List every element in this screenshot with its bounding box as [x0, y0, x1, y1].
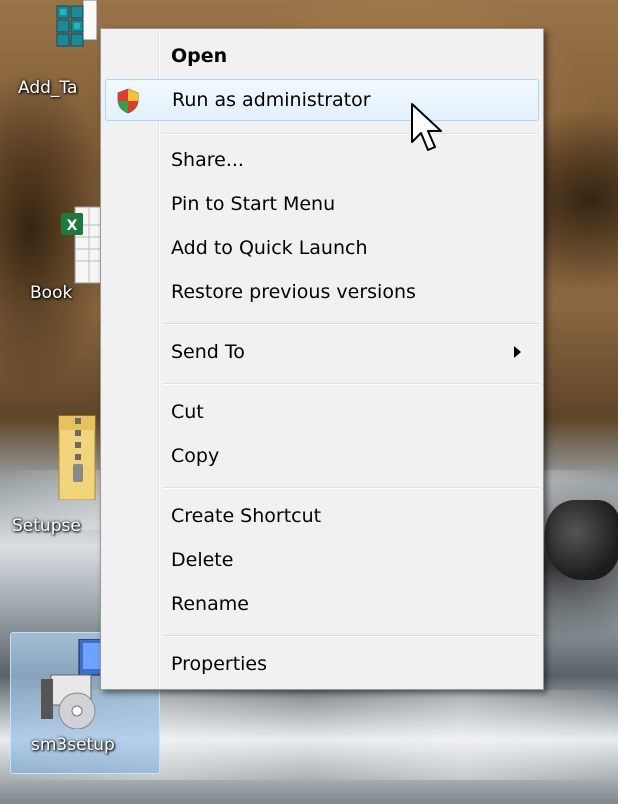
- menu-separator: [163, 383, 539, 385]
- menu-separator: [163, 635, 539, 637]
- menu-item-pin-to-start-menu[interactable]: Pin to Start Menu: [105, 183, 539, 225]
- menu-separator: [163, 133, 539, 135]
- menu-item-cut[interactable]: Cut: [105, 391, 539, 433]
- spreadsheet-icon: X: [41, 205, 106, 284]
- menu-item-properties[interactable]: Properties: [105, 643, 539, 685]
- menu-item-label: Rename: [171, 593, 249, 615]
- cube-icon: [33, 0, 98, 64]
- menu-item-label: Run as administrator: [172, 89, 371, 111]
- menu-separator: [163, 323, 539, 325]
- menu-item-label: Pin to Start Menu: [171, 193, 336, 215]
- menu-item-create-shortcut[interactable]: Create Shortcut: [105, 495, 539, 537]
- desktop-icon-label: sm3setup: [31, 735, 115, 755]
- uac-shield-icon: [117, 88, 139, 114]
- menu-item-label: Restore previous versions: [171, 281, 416, 303]
- installer-icon: [31, 638, 112, 730]
- menu-item-label: Open: [171, 45, 228, 67]
- menu-item-label: Cut: [171, 401, 204, 423]
- menu-item-label: Copy: [171, 445, 220, 467]
- menu-item-label: Add to Quick Launch: [171, 237, 368, 259]
- svg-text:X: X: [67, 218, 78, 234]
- menu-item-share[interactable]: Share...: [105, 139, 539, 181]
- menu-item-delete[interactable]: Delete: [105, 539, 539, 581]
- menu-item-open[interactable]: Open: [105, 35, 539, 77]
- context-menu: Open Run as administrator Share... Pin t…: [100, 28, 544, 690]
- menu-item-label: Create Shortcut: [171, 505, 322, 527]
- menu-item-copy[interactable]: Copy: [105, 435, 539, 477]
- zip-folder-icon: [33, 410, 97, 501]
- menu-item-label: Properties: [171, 653, 268, 675]
- submenu-arrow-icon: [514, 346, 521, 358]
- menu-item-restore-previous-versions[interactable]: Restore previous versions: [105, 271, 539, 313]
- menu-item-label: Send To: [171, 341, 245, 363]
- mouse-pointer-icon: [411, 103, 442, 151]
- menu-item-add-to-quick-launch[interactable]: Add to Quick Launch: [105, 227, 539, 269]
- menu-item-run-as-administrator[interactable]: Run as administrator: [105, 79, 539, 121]
- menu-item-label: Delete: [171, 549, 234, 571]
- menu-separator: [163, 487, 539, 489]
- menu-item-rename[interactable]: Rename: [105, 583, 539, 625]
- menu-item-send-to[interactable]: Send To: [105, 331, 539, 373]
- menu-item-label: Share...: [171, 149, 244, 171]
